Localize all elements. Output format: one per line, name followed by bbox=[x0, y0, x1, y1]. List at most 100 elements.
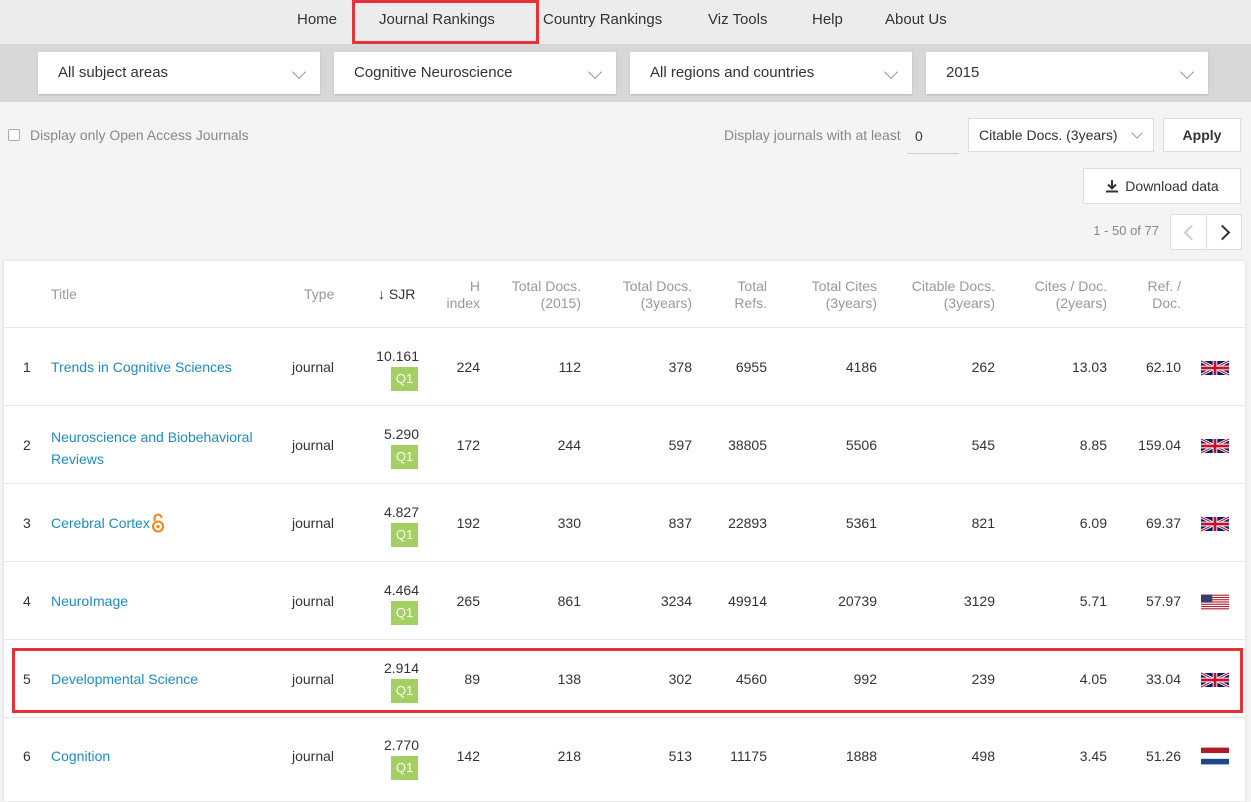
journal-link[interactable]: Cerebral Cortex bbox=[51, 515, 150, 531]
col-h-index[interactable]: Hindex bbox=[447, 278, 480, 312]
rank: 3 bbox=[23, 515, 31, 531]
subject-category-value: Cognitive Neuroscience bbox=[354, 64, 513, 81]
total-refs: 11175 bbox=[730, 748, 767, 764]
journal-link[interactable]: Trends in Cognitive Sciences bbox=[51, 359, 232, 375]
table-row: 4 NeuroImage journal 4.464 Q1 265 861 32… bbox=[4, 561, 1245, 640]
col-h-index-l1: H bbox=[469, 278, 480, 294]
journal-link-line2: Reviews bbox=[51, 451, 104, 467]
min-docs-type-value: Citable Docs. (3years) bbox=[979, 127, 1118, 143]
next-page-button[interactable] bbox=[1205, 215, 1242, 249]
rank: 6 bbox=[23, 748, 31, 764]
chevron-down-icon bbox=[1131, 127, 1143, 139]
journal-link[interactable]: Cognition bbox=[51, 748, 110, 764]
chevron-down-icon bbox=[883, 64, 899, 80]
col-type[interactable]: Type bbox=[304, 286, 334, 303]
total-docs-2015: 112 bbox=[558, 359, 581, 375]
region-select[interactable]: All regions and countries bbox=[630, 52, 912, 94]
h-index: 224 bbox=[456, 359, 480, 375]
col-total-refs-l1: Total bbox=[737, 278, 767, 294]
col-sjr[interactable]: ↓ SJR bbox=[378, 286, 415, 303]
h-index: 172 bbox=[456, 437, 480, 453]
total-docs-2015: 330 bbox=[557, 515, 581, 531]
total-docs-3y: 3234 bbox=[660, 593, 692, 609]
h-index: 192 bbox=[456, 515, 480, 531]
col-citable-docs[interactable]: Citable Docs. (3years) bbox=[912, 278, 995, 312]
min-docs-type-select[interactable]: Citable Docs. (3years) bbox=[968, 118, 1154, 152]
table-row: 6 Cognition journal 2.770 Q1 142 218 513… bbox=[4, 717, 1245, 802]
subject-category-select[interactable]: Cognitive Neuroscience bbox=[334, 52, 616, 94]
download-data-button[interactable]: Download data bbox=[1083, 168, 1241, 204]
download-icon bbox=[1106, 180, 1119, 193]
total-cites: 4186 bbox=[845, 359, 877, 375]
journal-link-line1: Neuroscience and Biobehavioral bbox=[51, 429, 253, 445]
sjr-value: 5.290 bbox=[383, 426, 419, 442]
table-row: 1 Trends in Cognitive Sciences journal 1… bbox=[4, 327, 1245, 406]
total-docs-3y: 597 bbox=[668, 437, 692, 453]
region-value: All regions and countries bbox=[650, 64, 815, 81]
subject-area-select[interactable]: All subject areas bbox=[38, 52, 320, 94]
ref-per-doc: 62.10 bbox=[1145, 359, 1181, 375]
citable-docs: 3129 bbox=[963, 593, 995, 609]
netherlands-flag-icon bbox=[1201, 747, 1229, 765]
total-refs: 38805 bbox=[728, 437, 767, 453]
table-row: 2 Neuroscience and Biobehavioral Reviews … bbox=[4, 405, 1245, 484]
sjr-value: 4.464 bbox=[383, 582, 419, 598]
uk-flag-icon bbox=[1201, 515, 1229, 533]
col-title[interactable]: Title bbox=[51, 286, 77, 303]
chevron-down-icon bbox=[587, 64, 603, 80]
col-total-docs-3y[interactable]: Total Docs. (3years) bbox=[623, 278, 692, 312]
ref-per-doc: 69.37 bbox=[1145, 515, 1181, 531]
h-index: 142 bbox=[456, 748, 480, 764]
nav-viz-tools[interactable]: Viz Tools bbox=[708, 0, 767, 44]
type: journal bbox=[292, 359, 335, 375]
col-total-docs-2015-l1: Total Docs. bbox=[511, 278, 581, 294]
journal-link[interactable]: NeuroImage bbox=[51, 593, 128, 609]
cites-per-doc: 6.09 bbox=[1079, 515, 1107, 531]
total-cites: 1888 bbox=[845, 748, 877, 764]
col-ref-per-doc-l1: Ref. / bbox=[1147, 278, 1181, 294]
nav-about-us[interactable]: About Us bbox=[885, 0, 947, 44]
chevron-down-icon bbox=[291, 64, 307, 80]
total-docs-2015: 861 bbox=[557, 593, 581, 609]
open-access-checkbox[interactable] bbox=[8, 129, 20, 141]
col-total-docs-3y-l2: (3years) bbox=[640, 295, 692, 311]
cites-per-doc: 3.45 bbox=[1079, 748, 1107, 764]
col-total-docs-2015[interactable]: Total Docs. (2015) bbox=[512, 278, 581, 312]
cites-per-doc: 13.03 bbox=[1071, 359, 1107, 375]
col-total-refs-l2: Refs. bbox=[734, 295, 767, 311]
rank: 4 bbox=[23, 593, 31, 609]
min-docs-label: Display journals with at least bbox=[724, 127, 901, 143]
prev-page-button[interactable] bbox=[1171, 215, 1206, 249]
total-docs-3y: 513 bbox=[668, 748, 692, 764]
col-ref-per-doc[interactable]: Ref. / Doc. bbox=[1148, 278, 1181, 312]
total-docs-3y: 837 bbox=[668, 515, 692, 531]
apply-button[interactable]: Apply bbox=[1163, 118, 1241, 152]
rank: 2 bbox=[23, 437, 31, 453]
min-docs-input[interactable] bbox=[907, 118, 959, 154]
journal-link[interactable]: Neuroscience and Biobehavioral Reviews bbox=[51, 429, 253, 467]
total-docs-3y: 378 bbox=[668, 359, 692, 375]
nav-country-rankings[interactable]: Country Rankings bbox=[543, 0, 662, 44]
sjr-value: 4.827 bbox=[383, 504, 419, 520]
rank: 1 bbox=[23, 359, 31, 375]
uk-flag-icon bbox=[1201, 437, 1229, 455]
citable-docs: 498 bbox=[971, 748, 995, 764]
cites-per-doc: 8.85 bbox=[1079, 437, 1107, 453]
year-select[interactable]: 2015 bbox=[926, 52, 1208, 94]
col-cites-per-doc[interactable]: Cites / Doc. (2years) bbox=[1035, 278, 1107, 312]
type: journal bbox=[292, 748, 335, 764]
chevron-left-icon bbox=[1183, 224, 1200, 241]
col-total-refs[interactable]: Total Refs. bbox=[734, 278, 767, 312]
nav-help[interactable]: Help bbox=[812, 0, 843, 44]
total-refs: 6955 bbox=[735, 359, 767, 375]
total-cites: 5506 bbox=[845, 437, 877, 453]
open-access-label: Display only Open Access Journals bbox=[30, 127, 249, 143]
subject-area-value: All subject areas bbox=[58, 64, 169, 81]
quartile-badge: Q1 bbox=[391, 445, 418, 469]
chevron-down-icon bbox=[1179, 64, 1195, 80]
col-total-cites[interactable]: Total Cites (3years) bbox=[812, 278, 877, 312]
h-index: 265 bbox=[456, 593, 480, 609]
nav-home[interactable]: Home bbox=[297, 0, 337, 44]
pagination-info: 1 - 50 of 77 bbox=[1093, 223, 1159, 238]
sjr-value: 2.770 bbox=[383, 737, 419, 753]
